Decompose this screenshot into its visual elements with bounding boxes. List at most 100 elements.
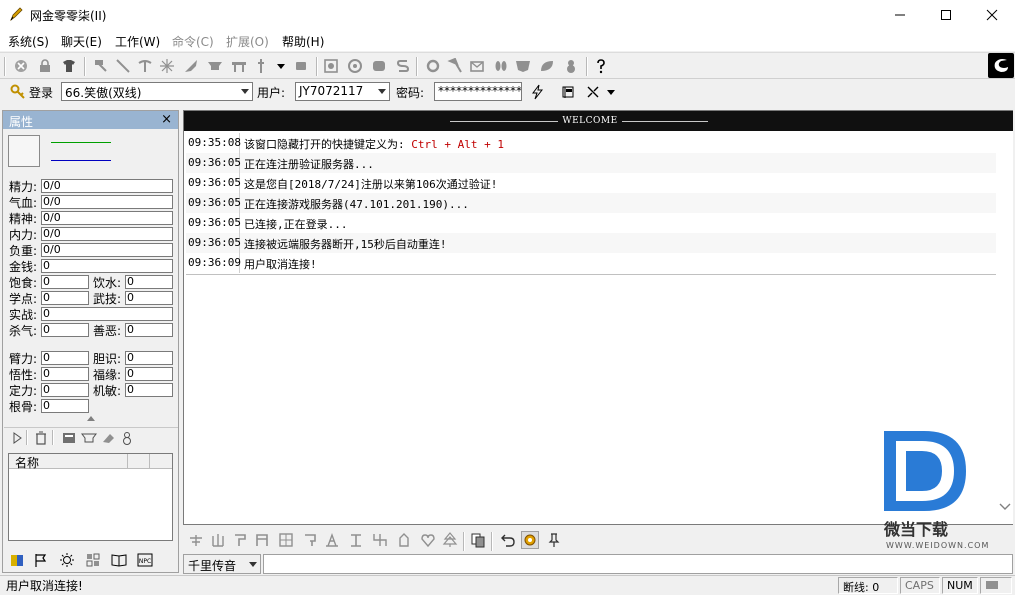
tools-icon[interactable] [584, 83, 602, 101]
tab-flag-icon[interactable] [32, 551, 50, 569]
mail-icon[interactable] [468, 57, 486, 75]
copy-icon[interactable] [469, 531, 487, 549]
user-select[interactable]: JY7072117 [295, 82, 390, 101]
gear-icon[interactable] [346, 57, 364, 75]
dropdown-arrow-icon[interactable] [602, 83, 620, 101]
serpent-icon[interactable] [394, 57, 412, 75]
action-icon-5[interactable] [277, 531, 295, 549]
password-value: ************** [438, 84, 522, 98]
pot-icon[interactable] [370, 57, 388, 75]
minimize-button[interactable] [877, 0, 923, 30]
stat-label-jimin: 机敏: [93, 384, 122, 398]
panel-close-button[interactable]: × [161, 112, 172, 127]
stat-value-baoshi: 0 [41, 275, 89, 289]
gourd-icon[interactable] [118, 429, 136, 447]
settings-gear-icon[interactable] [521, 531, 539, 549]
action-icon-3[interactable] [231, 531, 249, 549]
anvil-icon[interactable] [80, 429, 98, 447]
action-icon-2[interactable] [209, 531, 227, 549]
channel-select[interactable]: 千里传音 [183, 554, 261, 574]
column-name[interactable]: 名称 [15, 454, 39, 471]
undo-icon[interactable] [499, 531, 517, 549]
tree-icon[interactable] [441, 531, 459, 549]
dropdown-arrow-icon[interactable] [272, 57, 290, 75]
gourd-icon[interactable] [562, 57, 580, 75]
avatar [8, 135, 40, 167]
tab-sun-icon[interactable] [58, 551, 76, 569]
trash-icon[interactable] [32, 429, 50, 447]
stat-label-dingli: 定力: [9, 384, 38, 398]
collapse-arrow-icon[interactable] [87, 416, 95, 421]
scroll-icon[interactable] [322, 57, 340, 75]
lightning-icon[interactable] [528, 83, 546, 101]
menu-chat[interactable]: 聊天(E) [61, 33, 102, 50]
pin-icon[interactable] [545, 531, 563, 549]
chat-message: 09:36:05 连接被远端服务器断开,15秒后自动重连! [186, 233, 996, 253]
tab-character-icon[interactable] [8, 551, 26, 569]
message-time: 09:36:05 [186, 173, 241, 193]
chat-input[interactable] [263, 554, 1013, 574]
vertical-scrollbar[interactable] [996, 131, 1013, 524]
menu-command[interactable]: 命令(C) [172, 33, 214, 50]
login-button[interactable]: 登录 [29, 84, 53, 101]
server-select[interactable]: 66.笑傲(双线) [61, 82, 253, 101]
shirt-icon[interactable] [60, 57, 78, 75]
axe-icon[interactable] [446, 57, 464, 75]
chevron-down-icon[interactable] [999, 502, 1011, 512]
ring-icon[interactable] [424, 57, 442, 75]
menu-extend[interactable]: 扩展(O) [226, 33, 269, 50]
tab-book-icon[interactable] [110, 551, 128, 569]
disconnect-count: 断线: 0 [838, 577, 898, 594]
leaf-icon[interactable] [538, 57, 556, 75]
heart-icon[interactable] [419, 531, 437, 549]
action-icon-8[interactable] [347, 531, 365, 549]
lock-icon[interactable] [36, 57, 54, 75]
mask-icon[interactable] [514, 57, 532, 75]
table-icon[interactable] [230, 57, 248, 75]
stat-value-shane: 0 [125, 323, 173, 337]
anvil-icon[interactable] [206, 57, 224, 75]
block-icon[interactable] [292, 57, 310, 75]
dagger-icon[interactable] [252, 57, 270, 75]
help-icon[interactable] [592, 57, 610, 75]
panel-title-bar: 属性 × [3, 111, 178, 129]
item-list[interactable]: 名称 [8, 453, 173, 541]
footprint-icon[interactable] [492, 57, 510, 75]
flag-book-icon[interactable] [559, 83, 577, 101]
menu-work[interactable]: 工作(W) [115, 33, 160, 50]
menu-help[interactable]: 帮助(H) [282, 33, 324, 50]
close-button[interactable] [969, 0, 1015, 30]
eraser-icon[interactable] [100, 429, 118, 447]
login-bar: 登录 66.笑傲(双线) 用户: JY7072117 密码: *********… [0, 80, 1015, 104]
feather-icon[interactable] [182, 57, 200, 75]
message-text: 该窗口隐藏打开的快捷键定义为: [244, 138, 405, 151]
stat-label-fuyuan: 福缘: [93, 368, 122, 382]
message-text: 正在连注册验证服务器... [244, 158, 374, 171]
action-icon-10[interactable] [395, 531, 413, 549]
disconnect-icon[interactable] [12, 57, 30, 75]
tab-npc-icon[interactable]: NPC [136, 551, 154, 569]
action-icon-9[interactable] [371, 531, 389, 549]
maximize-button[interactable] [923, 0, 969, 30]
sparkle-icon[interactable] [158, 57, 176, 75]
stat-label-shane: 善恶: [93, 324, 122, 338]
pen-icon [8, 6, 24, 22]
action-icon-4[interactable] [253, 531, 271, 549]
play-icon[interactable] [8, 429, 26, 447]
message-time: 09:36:09 [186, 253, 241, 273]
item-toolbar [4, 427, 178, 447]
hammer-icon[interactable] [92, 57, 110, 75]
stat-value-jinqian: 0 [41, 259, 173, 273]
chat-log[interactable]: WELCOME 09:35:08 该窗口隐藏打开的快捷键定义为: Ctrl + … [183, 110, 1013, 550]
password-field[interactable]: ************** [434, 82, 522, 101]
tab-grid-icon[interactable] [84, 551, 102, 569]
stat-value-shizhan: 0 [41, 307, 173, 321]
sword-icon[interactable] [114, 57, 132, 75]
book-icon[interactable] [60, 429, 78, 447]
action-icon-7[interactable] [323, 531, 341, 549]
action-icon-6[interactable] [301, 531, 319, 549]
menu-system[interactable]: 系统(S) [8, 33, 49, 50]
pickaxe-icon[interactable] [136, 57, 154, 75]
message-time: 09:36:05 [186, 193, 241, 213]
action-icon-1[interactable] [187, 531, 205, 549]
